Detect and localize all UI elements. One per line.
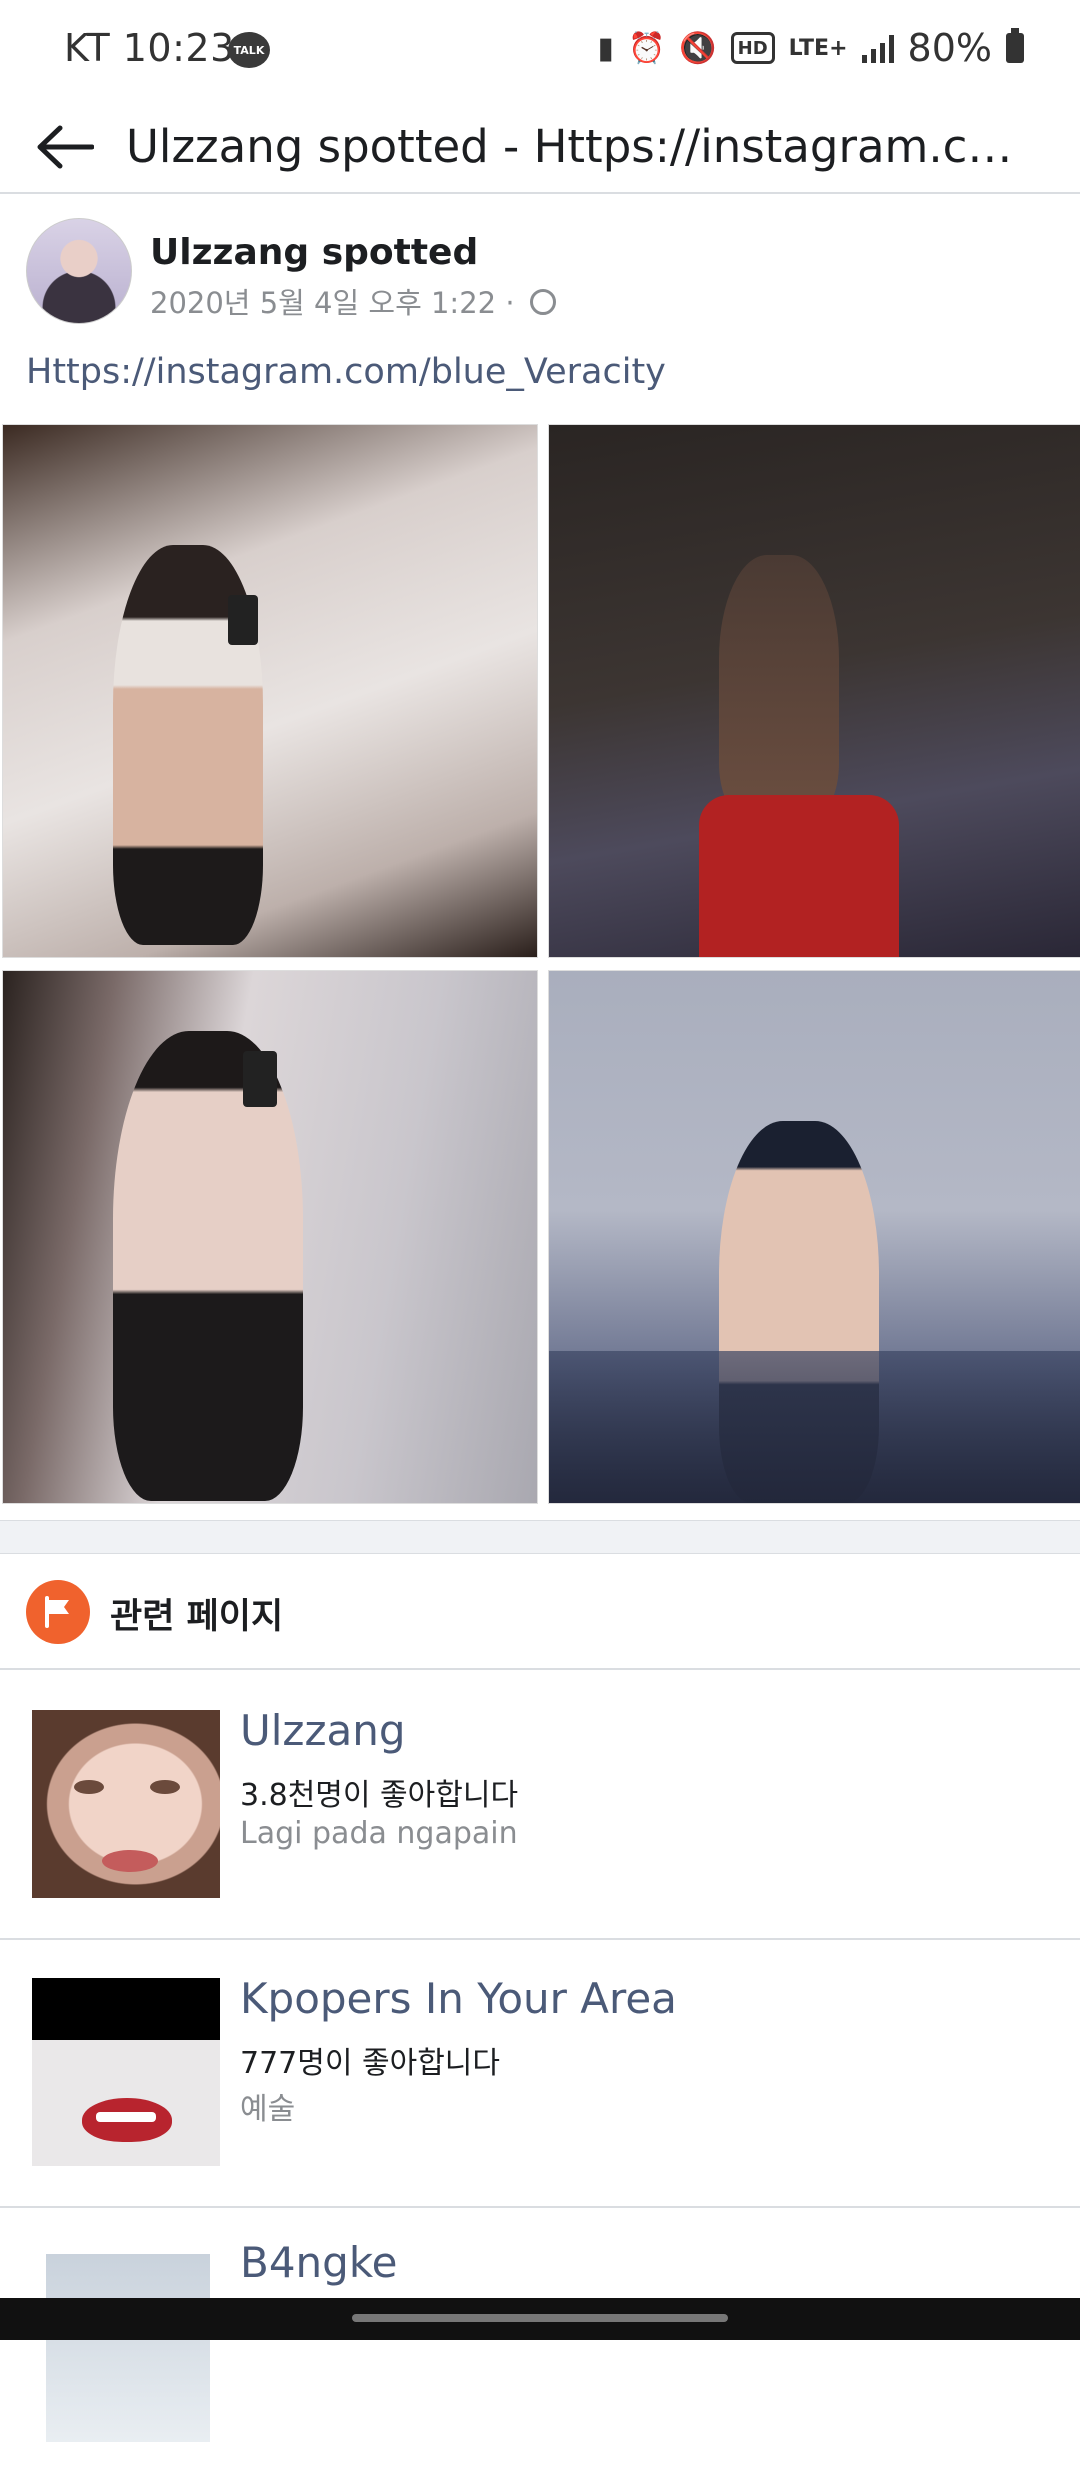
post-photo-3[interactable]	[2, 970, 538, 1504]
post-author: Ulzzang spotted 2020년 5월 4일 오후 1:22 ·	[26, 218, 1026, 328]
post-timestamp[interactable]: 2020년 5월 4일 오후 1:22 ·	[150, 286, 515, 320]
post-photo-2[interactable]	[548, 424, 1080, 958]
mute-icon: 🔇	[679, 30, 717, 66]
page-title: Ulzzang spotted - Https://instagram.com/…	[126, 120, 1036, 173]
back-button[interactable]	[30, 112, 100, 182]
photo-grid	[0, 424, 1080, 1504]
kakao-talk-icon: TALK	[228, 32, 270, 68]
page-name[interactable]: Kpopers In Your Area	[240, 1974, 677, 2023]
avatar[interactable]	[26, 218, 132, 324]
carrier-time: KT 10:23	[64, 26, 235, 70]
page-category: Lagi pada ngapain	[240, 1816, 518, 1851]
post-timestamp-row: 2020년 5월 4일 오후 1:22 ·	[150, 280, 556, 322]
related-page-item[interactable]: Kpopers In Your Area 777명이 좋아합니다 예술	[0, 1938, 1080, 2208]
battery-saver-icon: ▮	[597, 30, 614, 66]
author-name[interactable]: Ulzzang spotted	[150, 232, 478, 273]
battery-icon	[1006, 28, 1024, 63]
page-name[interactable]: B4ngke	[240, 2238, 397, 2287]
system-nav-bar	[0, 2298, 1080, 2340]
related-page-item[interactable]: B4ngke	[0, 2206, 1080, 2474]
signal-icon	[861, 33, 894, 63]
lte-icon: LTE+	[788, 35, 848, 61]
status-bar: KT 10:23 TALK ▮ ⏰ 🔇 HD LTE+ 80%	[0, 0, 1080, 100]
page-thumbnail[interactable]	[46, 2254, 210, 2442]
page-thumbnail[interactable]	[32, 1710, 220, 1898]
battery-percent: 80%	[907, 26, 992, 70]
status-icons: ▮ ⏰ 🔇 HD LTE+ 80%	[597, 26, 1024, 70]
flag-icon	[26, 1580, 90, 1644]
related-page-item[interactable]: Ulzzang 3.8천명이 좋아합니다 Lagi pada ngapain	[0, 1670, 1080, 1940]
page-likes: 777명이 좋아합니다	[240, 2046, 500, 2081]
post-link-text[interactable]: Https://instagram.com/blue_Veracity	[26, 352, 666, 392]
page-likes: 3.8천명이 좋아합니다	[240, 1778, 519, 1813]
page-category: 예술	[240, 2092, 296, 2127]
page-name[interactable]: Ulzzang	[240, 1706, 406, 1755]
related-pages-header: 관련 페이지	[0, 1556, 1080, 1670]
home-indicator[interactable]	[352, 2314, 728, 2322]
related-pages-title: 관련 페이지	[110, 1597, 284, 1637]
post-photo-1[interactable]	[2, 424, 538, 958]
back-arrow-icon	[37, 125, 94, 169]
page-thumbnail[interactable]	[32, 1978, 220, 2166]
alarm-icon: ⏰	[627, 30, 666, 66]
app-header: Ulzzang spotted - Https://instagram.com/…	[0, 100, 1080, 194]
globe-icon	[529, 289, 556, 315]
section-divider	[0, 1520, 1080, 1554]
post-photo-4[interactable]	[548, 970, 1080, 1504]
hd-icon: HD	[730, 32, 775, 64]
